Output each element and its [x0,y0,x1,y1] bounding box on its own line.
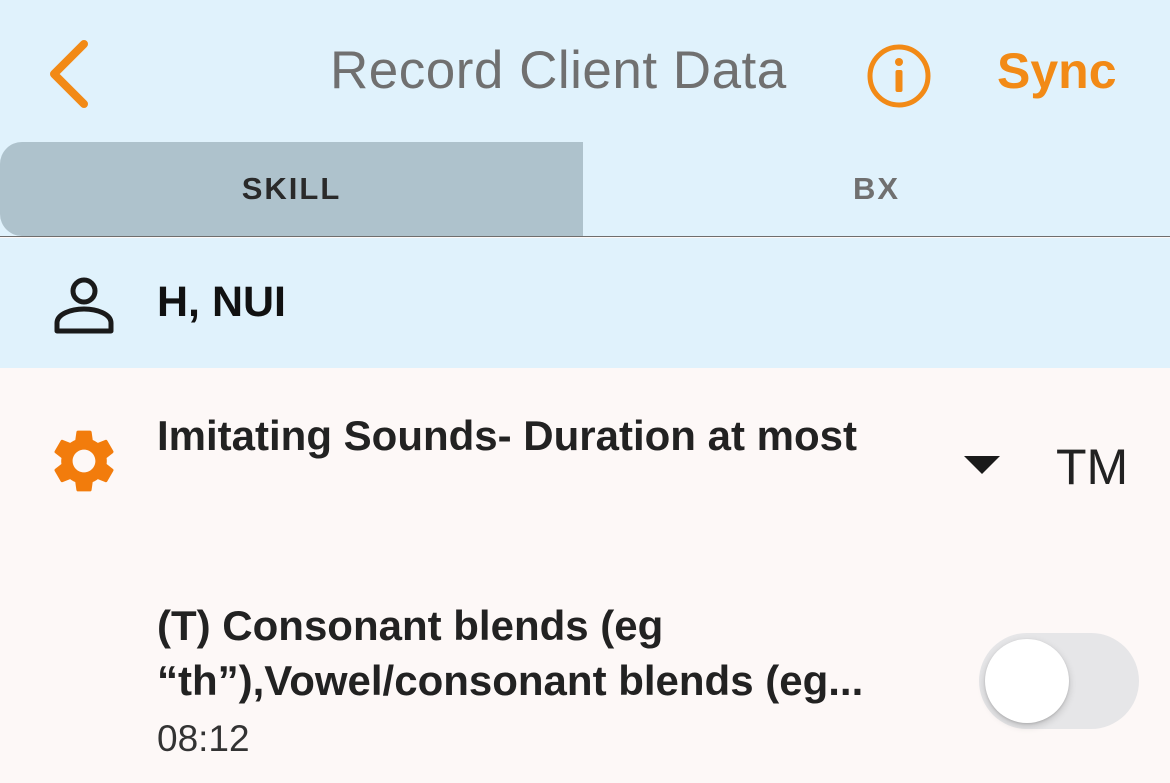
target-time: 08:12 [157,718,250,759]
navigation-bar: Record Client Data Sync [0,0,1170,142]
chevron-left-icon [50,40,88,108]
info-button[interactable] [866,43,932,109]
tab-skill[interactable]: SKILL [0,142,583,236]
person-icon [54,277,114,334]
toggle-knob [985,639,1069,723]
caret-down-icon[interactable] [962,454,1002,476]
target-list-item: (T) Consonant blends (eg “th”),Vowel/con… [0,590,1170,783]
sync-button[interactable]: Sync [997,42,1117,100]
page-title: Record Client Data [330,41,787,100]
program-selector[interactable]: Imitating Sounds- Duration at most TM [0,368,1170,548]
client-header: H, NUI [0,238,1170,368]
target-toggle[interactable] [979,633,1139,729]
gear-icon [54,430,114,492]
info-icon [867,44,931,108]
program-title: Imitating Sounds- Duration at most [157,412,857,459]
program-code: TM [1056,439,1129,495]
back-button[interactable] [40,36,104,112]
target-title: (T) Consonant blends (eg “th”),Vowel/con… [157,602,864,704]
tab-bx[interactable]: BX [583,142,1170,236]
tab-bar: SKILL BX [0,142,1170,237]
client-name: H, NUI [157,278,286,326]
